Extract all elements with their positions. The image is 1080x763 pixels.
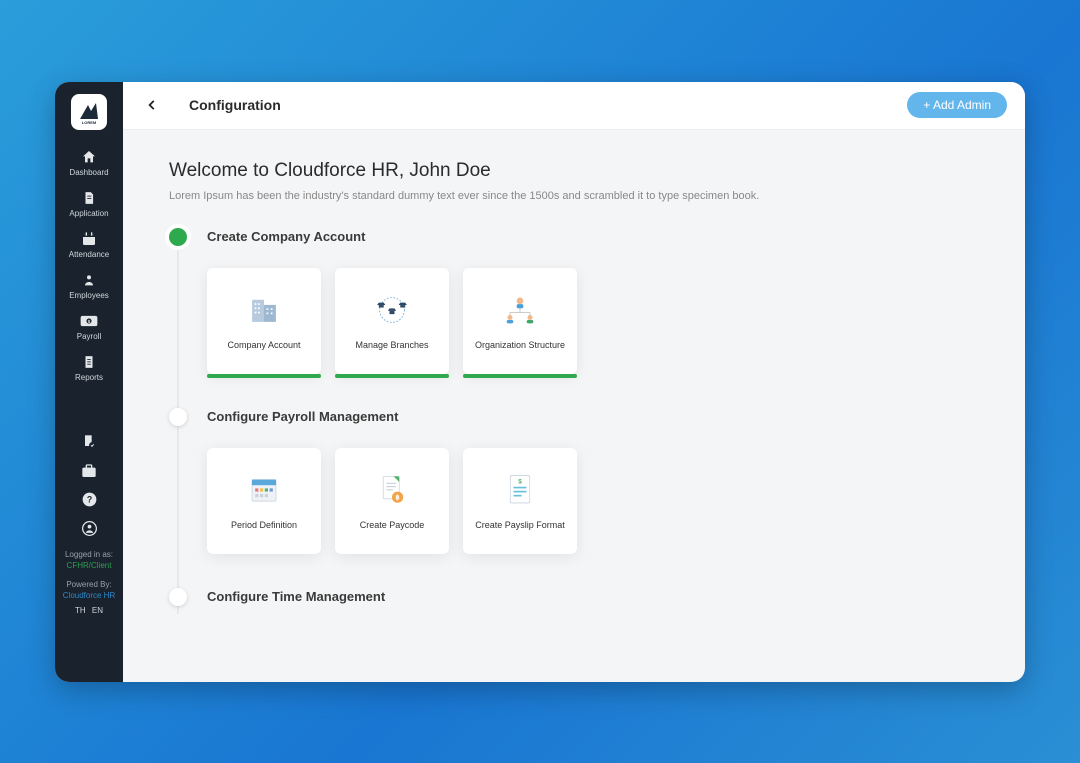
card-payslip-format[interactable]: $ Create Payslip Format — [463, 448, 577, 554]
money-icon: $ — [80, 312, 98, 330]
card-label: Organization Structure — [469, 340, 571, 351]
card-label: Create Paycode — [354, 520, 431, 531]
svg-text:LOREM: LOREM — [82, 120, 97, 125]
people-icon — [80, 271, 98, 289]
nav-primary: Dashboard Application Attendance Employe… — [55, 142, 123, 388]
nav-attendance[interactable]: Attendance — [55, 224, 123, 265]
sidebar-footer: Logged in as: CFHR/Client Powered By: Cl… — [63, 549, 115, 617]
chevron-left-icon — [145, 98, 159, 112]
user-circle-icon[interactable] — [81, 521, 97, 537]
nav-payroll[interactable]: $ Payroll — [55, 306, 123, 347]
svg-text:$: $ — [518, 478, 522, 485]
nav-label: Reports — [75, 373, 103, 382]
logo-icon: LOREM — [76, 99, 102, 125]
section-payroll: Configure Payroll Management Period Defi… — [169, 408, 979, 554]
section-title: Configure Payroll Management — [207, 408, 979, 424]
briefcase-icon[interactable] — [81, 463, 97, 479]
timeline-dot-done — [169, 228, 187, 246]
lang-th[interactable]: TH — [73, 606, 88, 615]
card-period-definition[interactable]: Period Definition — [207, 448, 321, 554]
card-progress — [463, 374, 577, 378]
card-label: Company Account — [221, 340, 306, 351]
powered-brand: Cloudforce HR — [63, 590, 115, 601]
logged-in-label: Logged in as: — [63, 549, 115, 560]
page-title: Configuration — [189, 97, 281, 113]
topbar: Configuration + Add Admin — [123, 82, 1025, 130]
building-icon — [244, 290, 284, 330]
card-create-paycode[interactable]: ฿ Create Paycode — [335, 448, 449, 554]
card-manage-branches[interactable]: Manage Branches — [335, 268, 449, 374]
timeline-dot — [169, 588, 187, 606]
card-label: Manage Branches — [349, 340, 434, 351]
app-shell: LOREM Dashboard Application Attendan — [55, 82, 1025, 682]
powered-label: Powered By: — [63, 579, 115, 590]
add-admin-button[interactable]: + Add Admin — [907, 92, 1007, 118]
svg-text:฿: ฿ — [396, 494, 400, 501]
calendar-grid-icon — [244, 470, 284, 510]
document-icon — [80, 189, 98, 207]
nav-label: Application — [69, 209, 108, 218]
section-time: Configure Time Management — [169, 588, 979, 614]
home-icon — [80, 148, 98, 166]
section-cards: Period Definition ฿ Create Paycode $ — [207, 448, 979, 554]
nav-employees[interactable]: Employees — [55, 265, 123, 306]
section-company: Create Company Account Company Account — [169, 228, 979, 374]
report-icon — [80, 353, 98, 371]
card-org-structure[interactable]: Organization Structure — [463, 268, 577, 374]
nav-application[interactable]: Application — [55, 183, 123, 224]
lang-switcher: TH EN — [63, 605, 115, 616]
help-icon[interactable]: ? — [81, 492, 97, 508]
svg-text:?: ? — [86, 495, 91, 505]
content: Welcome to Cloudforce HR, John Doe Lorem… — [123, 130, 1025, 682]
paycode-icon: ฿ — [372, 470, 412, 510]
nav-reports[interactable]: Reports — [55, 347, 123, 388]
timeline-dot — [169, 408, 187, 426]
sidebar: LOREM Dashboard Application Attendan — [55, 82, 123, 682]
card-progress — [335, 374, 449, 378]
back-button[interactable] — [141, 94, 163, 116]
card-progress — [207, 374, 321, 378]
main: Configuration + Add Admin Welcome to Clo… — [123, 82, 1025, 682]
nav-label: Payroll — [77, 332, 101, 341]
timeline: Create Company Account Company Account — [169, 228, 979, 614]
section-title: Configure Time Management — [207, 588, 979, 604]
card-label: Period Definition — [225, 520, 303, 531]
payslip-icon: $ — [500, 470, 540, 510]
login-tag: CFHR/Client — [63, 560, 115, 571]
nav-label: Employees — [69, 291, 109, 300]
calendar-icon — [80, 230, 98, 248]
nav-label: Attendance — [69, 250, 109, 259]
nav-secondary: ? — [81, 434, 97, 537]
welcome-sub: Lorem Ipsum has been the industry's stan… — [169, 190, 979, 202]
section-cards: Company Account Manage Branches — [207, 268, 979, 374]
card-label: Create Payslip Format — [469, 520, 571, 531]
section-title: Create Company Account — [207, 228, 979, 244]
logo: LOREM — [71, 94, 107, 130]
card-company-account[interactable]: Company Account — [207, 268, 321, 374]
nav-label: Dashboard — [69, 168, 108, 177]
lang-en[interactable]: EN — [90, 606, 105, 615]
doc-check-icon[interactable] — [81, 434, 97, 450]
org-chart-icon — [500, 290, 540, 330]
branches-icon — [372, 290, 412, 330]
welcome-heading: Welcome to Cloudforce HR, John Doe — [169, 160, 979, 182]
nav-dashboard[interactable]: Dashboard — [55, 142, 123, 183]
